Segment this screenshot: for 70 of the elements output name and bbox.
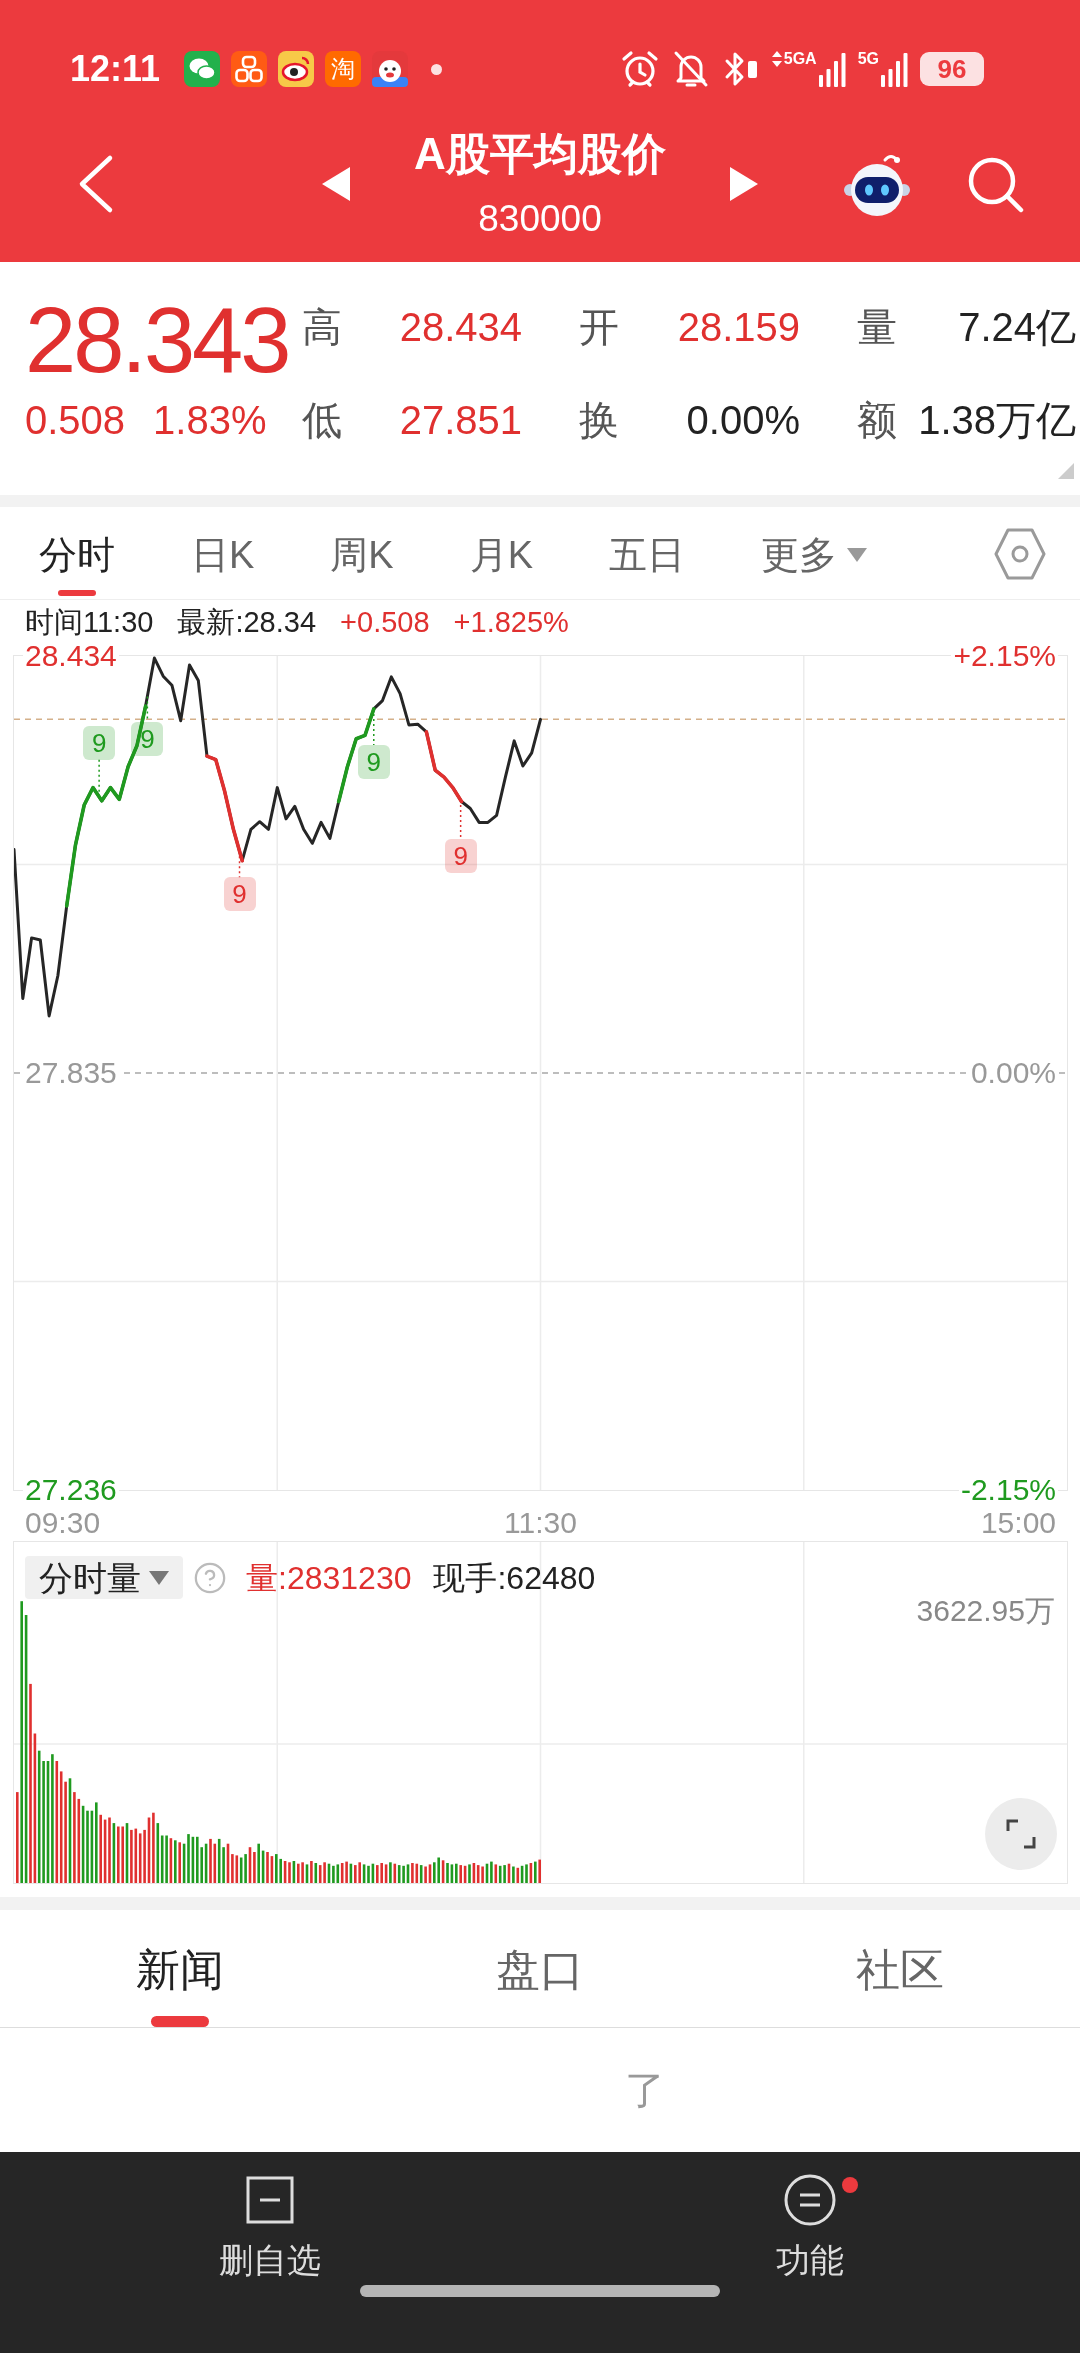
corner-triangle-icon (1058, 463, 1074, 479)
signal-marker: 9 (444, 839, 477, 874)
triangle-right-icon[interactable] (730, 166, 758, 201)
chart-tab[interactable]: 周K (330, 507, 394, 596)
stat-label: 量 (857, 304, 897, 351)
network-label: 5G (857, 51, 879, 67)
chart-readout: +1.825% (453, 605, 569, 639)
chart-tab[interactable]: 月K (469, 507, 534, 596)
stock-title: A股平均股价 (414, 128, 666, 179)
network-label: 5GA (783, 51, 817, 67)
mascot-app-icon (372, 51, 409, 87)
triangle-left-icon[interactable] (322, 166, 350, 201)
price-change-percent: 1.83% (153, 397, 267, 444)
toolbar-action[interactable]: 功能 (744, 2174, 876, 2279)
minus-square-icon (246, 2176, 294, 2224)
volume-readout: 量:2831230 (246, 1558, 412, 1597)
time-axis-label: 11:30 (504, 1507, 577, 1539)
leader-line (98, 759, 100, 798)
stat-value: 1.38万亿 (918, 397, 1076, 444)
price-change: 0.508 (25, 397, 126, 444)
stat-value: 28.159 (677, 304, 800, 351)
signal-marker: 9 (131, 721, 164, 756)
stat-label: 额 (857, 397, 897, 444)
stat-value: 27.851 (399, 397, 522, 444)
stat-value: 28.434 (399, 304, 522, 351)
chart-tab[interactable]: 日K (191, 507, 255, 596)
toolbar-action[interactable]: 删自选 (187, 2174, 353, 2279)
content-tab[interactable]: 社区 (856, 1910, 944, 2027)
chart-tab[interactable]: 更多 (761, 507, 868, 596)
app-icon (231, 51, 268, 87)
volume-readout: 现手:62480 (433, 1558, 596, 1597)
news-message: 了 (625, 2067, 665, 2114)
time-axis-label: 15:00 (980, 1507, 1056, 1539)
chart-readout: +0.508 (340, 605, 430, 639)
signal-marker: 9 (83, 725, 116, 760)
chart-tab[interactable]: 分时 (39, 507, 115, 596)
signal-bars-icon (818, 51, 846, 87)
content-tab[interactable]: 新闻 (136, 1910, 224, 2027)
caret-down-icon (149, 1570, 169, 1585)
content-tab[interactable]: 盘口 (496, 1910, 584, 2027)
chart-readout: 时间11:30 (25, 605, 154, 639)
volume-scale-label: 3622.95万 (916, 1594, 1055, 1628)
stat-value: 7.24亿 (958, 304, 1076, 351)
indicator-dropdown[interactable]: 分时量 (25, 1556, 183, 1599)
stat-label: 开 (579, 304, 619, 351)
leader-line (238, 850, 241, 878)
stat-label: 高 (302, 304, 342, 351)
signal-marker: 9 (357, 744, 390, 779)
chart-readout: 最新:28.34 (177, 605, 317, 639)
current-price: 28.343 (25, 290, 290, 390)
stat-value: 0.00% (686, 397, 800, 444)
caret-down-icon (847, 548, 868, 562)
leader-line (373, 708, 375, 746)
expand-icon (1006, 1819, 1036, 1849)
stat-label: 低 (302, 397, 342, 444)
settings-icon[interactable] (993, 527, 1047, 581)
signal-bars-icon (881, 51, 908, 87)
menu-circle-icon (784, 2174, 836, 2226)
time-axis-label: 09:30 (25, 1507, 101, 1539)
stat-label: 换 (579, 397, 619, 444)
chart-tab[interactable]: 五日 (609, 507, 686, 596)
signal-marker: 9 (223, 877, 256, 912)
status-time: 12:11 (70, 51, 161, 87)
app-tile: 淘 (325, 51, 362, 87)
leader-line (459, 799, 462, 840)
battery-indicator: 96 (920, 52, 984, 86)
chat-app-icon (184, 51, 221, 87)
stock-code: 830000 (478, 198, 602, 239)
eye-app-icon (278, 51, 315, 87)
more-notifications-dot-icon (431, 63, 443, 75)
